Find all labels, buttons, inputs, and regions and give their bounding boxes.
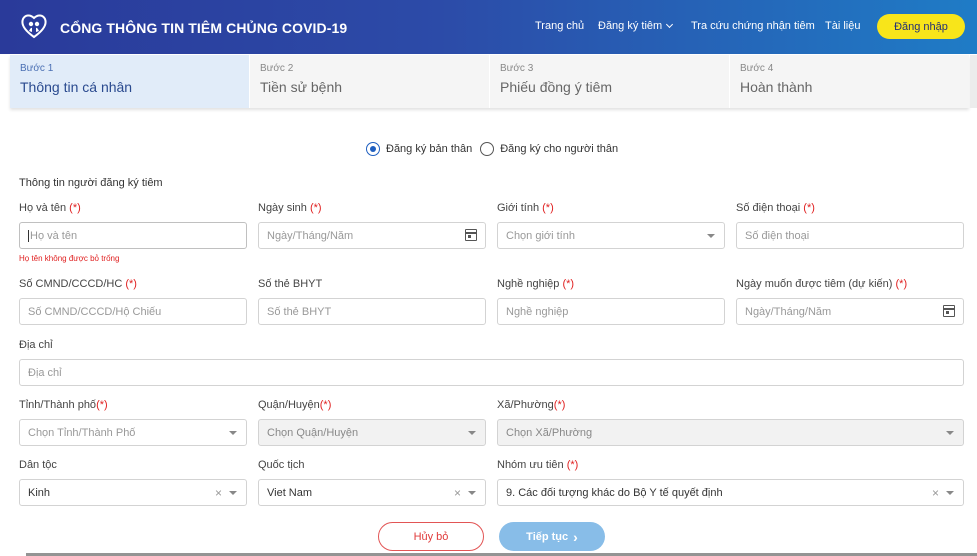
insurance-label: Số thẻ BHYT	[258, 278, 323, 290]
login-button[interactable]: Đăng nhập	[877, 14, 965, 39]
fullname-placeholder: Họ và tên	[30, 229, 78, 242]
clear-icon[interactable]: ×	[932, 486, 939, 500]
province-select[interactable]: Chọn Tỉnh/Thành Phố	[19, 419, 247, 446]
dob-input[interactable]: Ngày/Tháng/Năm	[258, 222, 486, 249]
radio-self-label[interactable]: Đăng ký bản thân	[386, 143, 472, 155]
step-title: Thông tin cá nhân	[20, 79, 133, 95]
dropdown-caret-icon	[946, 431, 954, 435]
insurance-input[interactable]: Số thẻ BHYT	[258, 298, 486, 325]
chevron-down-icon	[666, 20, 674, 29]
next-button[interactable]: Tiếp tục ›	[499, 522, 605, 551]
idcard-placeholder: Số CMND/CCCD/Hộ Chiếu	[28, 305, 162, 318]
wish-date-label: Ngày muốn được tiêm (dự kiến) (*)	[736, 278, 908, 290]
section-title: Thông tin người đăng ký tiêm	[19, 177, 163, 189]
nav-certificate-lookup[interactable]: Tra cứu chứng nhận tiêm	[691, 20, 815, 32]
step-number: Bước 1	[20, 63, 54, 74]
nav-register[interactable]: Đăng ký tiêm	[598, 20, 674, 32]
nav-documents[interactable]: Tài liệu	[825, 20, 860, 32]
ward-label: Xã/Phường(*)	[497, 399, 566, 411]
step-number: Bước 3	[500, 63, 534, 74]
top-header: CỔNG THÔNG TIN TIÊM CHỦNG COVID-19 Trang…	[0, 0, 977, 54]
fullname-input[interactable]: Họ và tên	[19, 222, 247, 249]
step-4: Bước 4 Hoàn thành	[730, 55, 969, 108]
step-3: Bước 3 Phiếu đồng ý tiêm	[490, 55, 730, 108]
nationality-value: Viet Nam	[267, 486, 313, 499]
step-1: Bước 1 Thông tin cá nhân	[10, 55, 250, 108]
ward-select[interactable]: Chọn Xã/Phường	[497, 419, 964, 446]
phone-label: Số điện thoại (*)	[736, 202, 815, 214]
wish-date-placeholder: Ngày/Tháng/Năm	[745, 305, 832, 318]
nationality-label: Quốc tịch	[258, 459, 305, 471]
phone-input[interactable]: Số điện thoại	[736, 222, 964, 249]
ethnicity-select[interactable]: Kinh ×	[19, 479, 247, 506]
ward-placeholder: Chọn Xã/Phường	[506, 426, 593, 439]
fullname-error: Họ tên không được bỏ trống	[19, 254, 120, 263]
job-label: Nghề nghiệp (*)	[497, 278, 575, 290]
ethnicity-label: Dân tộc	[19, 459, 57, 471]
priority-value: 9. Các đối tượng khác do Bộ Y tế quyết đ…	[506, 486, 723, 499]
radio-relative[interactable]	[480, 142, 495, 156]
step-number: Bước 2	[260, 63, 294, 74]
gender-select[interactable]: Chọn giới tính	[497, 222, 725, 249]
step-title: Phiếu đồng ý tiêm	[500, 79, 613, 95]
job-placeholder: Nghề nghiệp	[506, 305, 569, 318]
idcard-label: Số CMND/CCCD/HC (*)	[19, 278, 137, 290]
clear-icon[interactable]: ×	[454, 486, 461, 500]
fullname-label: Họ và tên (*)	[19, 202, 81, 214]
register-for-options: Đăng ký bản thân Đăng ký cho người thân	[366, 142, 618, 156]
calendar-icon[interactable]	[943, 305, 955, 317]
province-label: Tỉnh/Thành phố(*)	[19, 399, 108, 411]
radio-relative-label[interactable]: Đăng ký cho người thân	[500, 143, 618, 155]
dropdown-caret-icon	[707, 234, 715, 238]
phone-placeholder: Số điện thoại	[745, 229, 810, 242]
gender-label: Giới tính (*)	[497, 202, 554, 214]
next-button-label: Tiếp tục	[526, 530, 569, 543]
text-cursor	[28, 229, 29, 242]
radio-self-selected[interactable]	[366, 142, 380, 156]
calendar-icon[interactable]	[465, 229, 477, 241]
gender-placeholder: Chọn giới tính	[506, 229, 575, 242]
nationality-select[interactable]: Viet Nam ×	[258, 479, 486, 506]
ethnicity-value: Kinh	[28, 486, 51, 499]
insurance-placeholder: Số thẻ BHYT	[267, 305, 332, 318]
district-placeholder: Chọn Quận/Huyện	[267, 426, 359, 439]
address-label: Địa chỉ	[19, 339, 53, 351]
priority-select[interactable]: 9. Các đối tượng khác do Bộ Y tế quyết đ…	[497, 479, 964, 506]
wish-date-input[interactable]: Ngày/Tháng/Năm	[736, 298, 964, 325]
dropdown-caret-icon	[229, 491, 237, 495]
district-label: Quận/Huyện(*)	[258, 399, 332, 411]
horizontal-scrollbar-track[interactable]	[970, 55, 977, 108]
priority-label: Nhóm ưu tiên (*)	[497, 459, 579, 471]
dropdown-caret-icon	[229, 431, 237, 435]
chevron-right-icon: ›	[573, 528, 578, 545]
job-input[interactable]: Nghề nghiệp	[497, 298, 725, 325]
clear-icon[interactable]: ×	[215, 486, 222, 500]
nav-register-label: Đăng ký tiêm	[598, 20, 663, 32]
step-progress: Bước 1 Thông tin cá nhân Bước 2 Tiền sử …	[10, 55, 969, 108]
dropdown-caret-icon	[468, 491, 476, 495]
idcard-input[interactable]: Số CMND/CCCD/Hộ Chiếu	[19, 298, 247, 325]
dropdown-caret-icon	[946, 491, 954, 495]
step-title: Hoàn thành	[740, 79, 813, 95]
dob-label: Ngày sinh (*)	[258, 202, 322, 214]
step-number: Bước 4	[740, 63, 774, 74]
province-placeholder: Chọn Tỉnh/Thành Phố	[28, 426, 136, 439]
cancel-button[interactable]: Hủy bỏ	[378, 522, 484, 551]
nav-home[interactable]: Trang chủ	[535, 20, 584, 32]
address-placeholder: Địa chỉ	[28, 366, 62, 379]
portal-title: CỔNG THÔNG TIN TIÊM CHỦNG COVID-19	[60, 20, 348, 36]
step-title: Tiền sử bệnh	[260, 79, 343, 95]
dropdown-caret-icon	[468, 431, 476, 435]
dob-placeholder: Ngày/Tháng/Năm	[267, 229, 354, 242]
vaccination-logo-icon[interactable]	[20, 12, 48, 40]
step-2: Bước 2 Tiền sử bệnh	[250, 55, 490, 108]
address-input[interactable]: Địa chỉ	[19, 359, 964, 386]
district-select[interactable]: Chọn Quận/Huyện	[258, 419, 486, 446]
